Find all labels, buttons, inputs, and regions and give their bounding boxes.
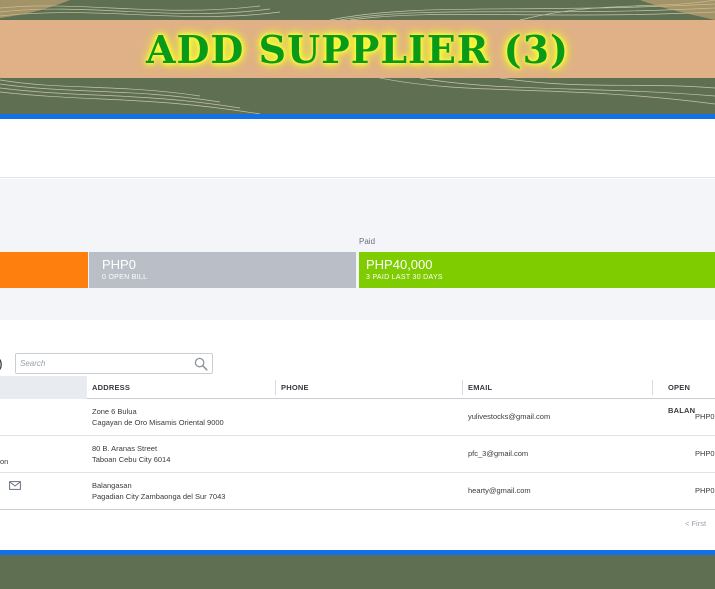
- open-bill-tile[interactable]: PHP0 0 OPEN BILL: [89, 252, 356, 288]
- search-input[interactable]: [20, 356, 180, 371]
- address-line2: Pagadian City Zambaonga del Sur 7043: [92, 492, 226, 501]
- balance-cell: PHP0: [695, 412, 715, 421]
- column-divider: [275, 380, 276, 395]
- page-header: [0, 119, 715, 178]
- balance-cell: PHP0: [695, 449, 715, 458]
- address-line1: Zone 6 Bulua: [92, 407, 137, 416]
- address-line2: Taboan Cebu City 6014: [92, 455, 171, 464]
- paid-amount: PHP40,000: [366, 257, 433, 272]
- paid-label: Paid: [359, 237, 376, 246]
- balance-cell: PHP0: [695, 486, 715, 495]
- paid-tile[interactable]: PHP40,000 3 PAID LAST 30 DAYS: [359, 252, 715, 288]
- address-line1: Balangasan: [92, 481, 132, 490]
- suppliers-app: Paid PHP0 0 OPEN BILL PHP40,000 3 PAID L…: [0, 119, 715, 550]
- search-box[interactable]: [15, 353, 213, 374]
- table-row[interactable]: Zone 6 Bulua Cagayan de Oro Misamis Orie…: [0, 399, 715, 436]
- overdue-tile[interactable]: [0, 252, 88, 288]
- open-bill-sub: 0 OPEN BILL: [102, 274, 148, 281]
- table-row[interactable]: on 80 B. Aranas Street Taboan Cebu City …: [0, 436, 715, 473]
- paid-sub: 3 PAID LAST 30 DAYS: [366, 274, 443, 281]
- banner-title: ADD SUPPLIER (3): [145, 26, 569, 72]
- th-address[interactable]: ADDRESS: [92, 376, 130, 399]
- mail-icon[interactable]: [9, 481, 21, 490]
- email-cell[interactable]: pfc_3@gmail.com: [468, 448, 528, 459]
- th-email[interactable]: EMAIL: [468, 376, 492, 399]
- bottom-blue-bar: [0, 550, 715, 555]
- email-cell[interactable]: hearty@gmail.com: [468, 485, 531, 496]
- table-row[interactable]: Balangasan Pagadian City Zambaonga del S…: [0, 473, 715, 510]
- address-line2: Cagayan de Oro Misamis Oriental 9000: [92, 418, 224, 427]
- table-header: ADDRESS PHONE EMAIL OPEN BALAN: [0, 376, 715, 415]
- pagination-first[interactable]: < First: [685, 519, 706, 528]
- email-cell[interactable]: yulivestocks@gmail.com: [468, 411, 550, 422]
- th-phone[interactable]: PHONE: [281, 376, 309, 399]
- th-name[interactable]: [0, 376, 87, 399]
- money-bar-summary: [0, 179, 715, 320]
- address-line1: 80 B. Aranas Street: [92, 444, 158, 453]
- supplier-name-fragment[interactable]: on: [0, 456, 8, 467]
- batch-action-paren: ): [0, 355, 3, 371]
- column-divider: [462, 380, 463, 395]
- column-divider: [652, 380, 653, 395]
- banner: ADD SUPPLIER (3): [0, 0, 715, 114]
- open-bill-amount: PHP0: [102, 257, 136, 272]
- search-icon[interactable]: [194, 357, 208, 371]
- th-open-balance[interactable]: OPEN BALAN: [668, 376, 715, 415]
